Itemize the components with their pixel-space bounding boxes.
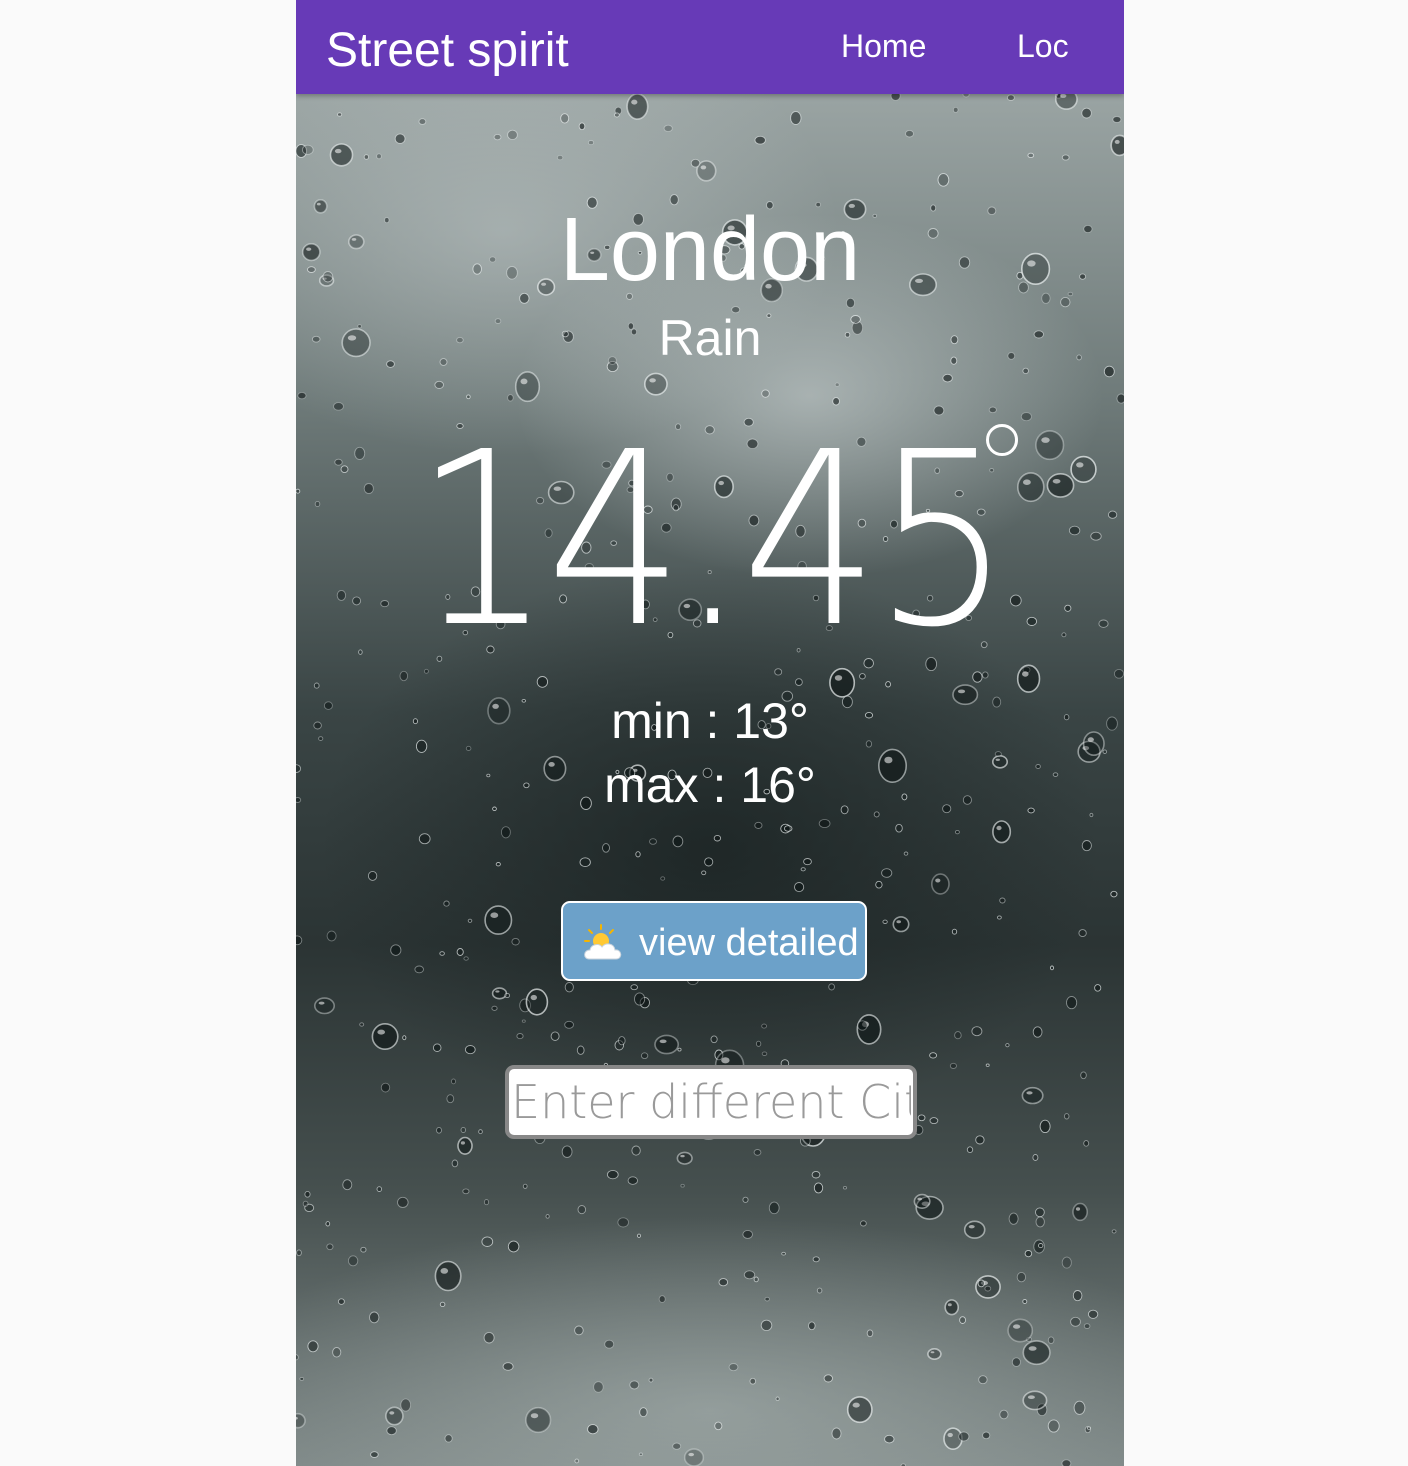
top-navbar: Street spirit Home Loc bbox=[296, 0, 1124, 94]
degree-symbol-icon bbox=[986, 424, 1018, 456]
min-temperature: min : 13° bbox=[611, 693, 809, 749]
city-search-input[interactable] bbox=[505, 1065, 917, 1139]
weather-panel: London Rain 14.45 min : 13° max : 16° vi… bbox=[296, 0, 1124, 1466]
temperature-value: 14.45 bbox=[414, 400, 1011, 680]
weather-condition: Rain bbox=[658, 310, 762, 366]
view-detailed-label: view detailed bbox=[639, 922, 859, 964]
brand-link[interactable]: Street spirit bbox=[326, 22, 569, 80]
view-detailed-button[interactable]: view detailed bbox=[561, 901, 867, 981]
max-temperature: max : 16° bbox=[604, 757, 816, 813]
nav-loc-link[interactable]: Loc bbox=[1017, 26, 1069, 66]
city-name: London bbox=[559, 200, 861, 300]
app-frame: Street spirit Home Loc London Rain 14.45… bbox=[296, 0, 1124, 1466]
sun-behind-cloud-icon bbox=[581, 923, 625, 963]
nav-home-link[interactable]: Home bbox=[841, 26, 926, 66]
